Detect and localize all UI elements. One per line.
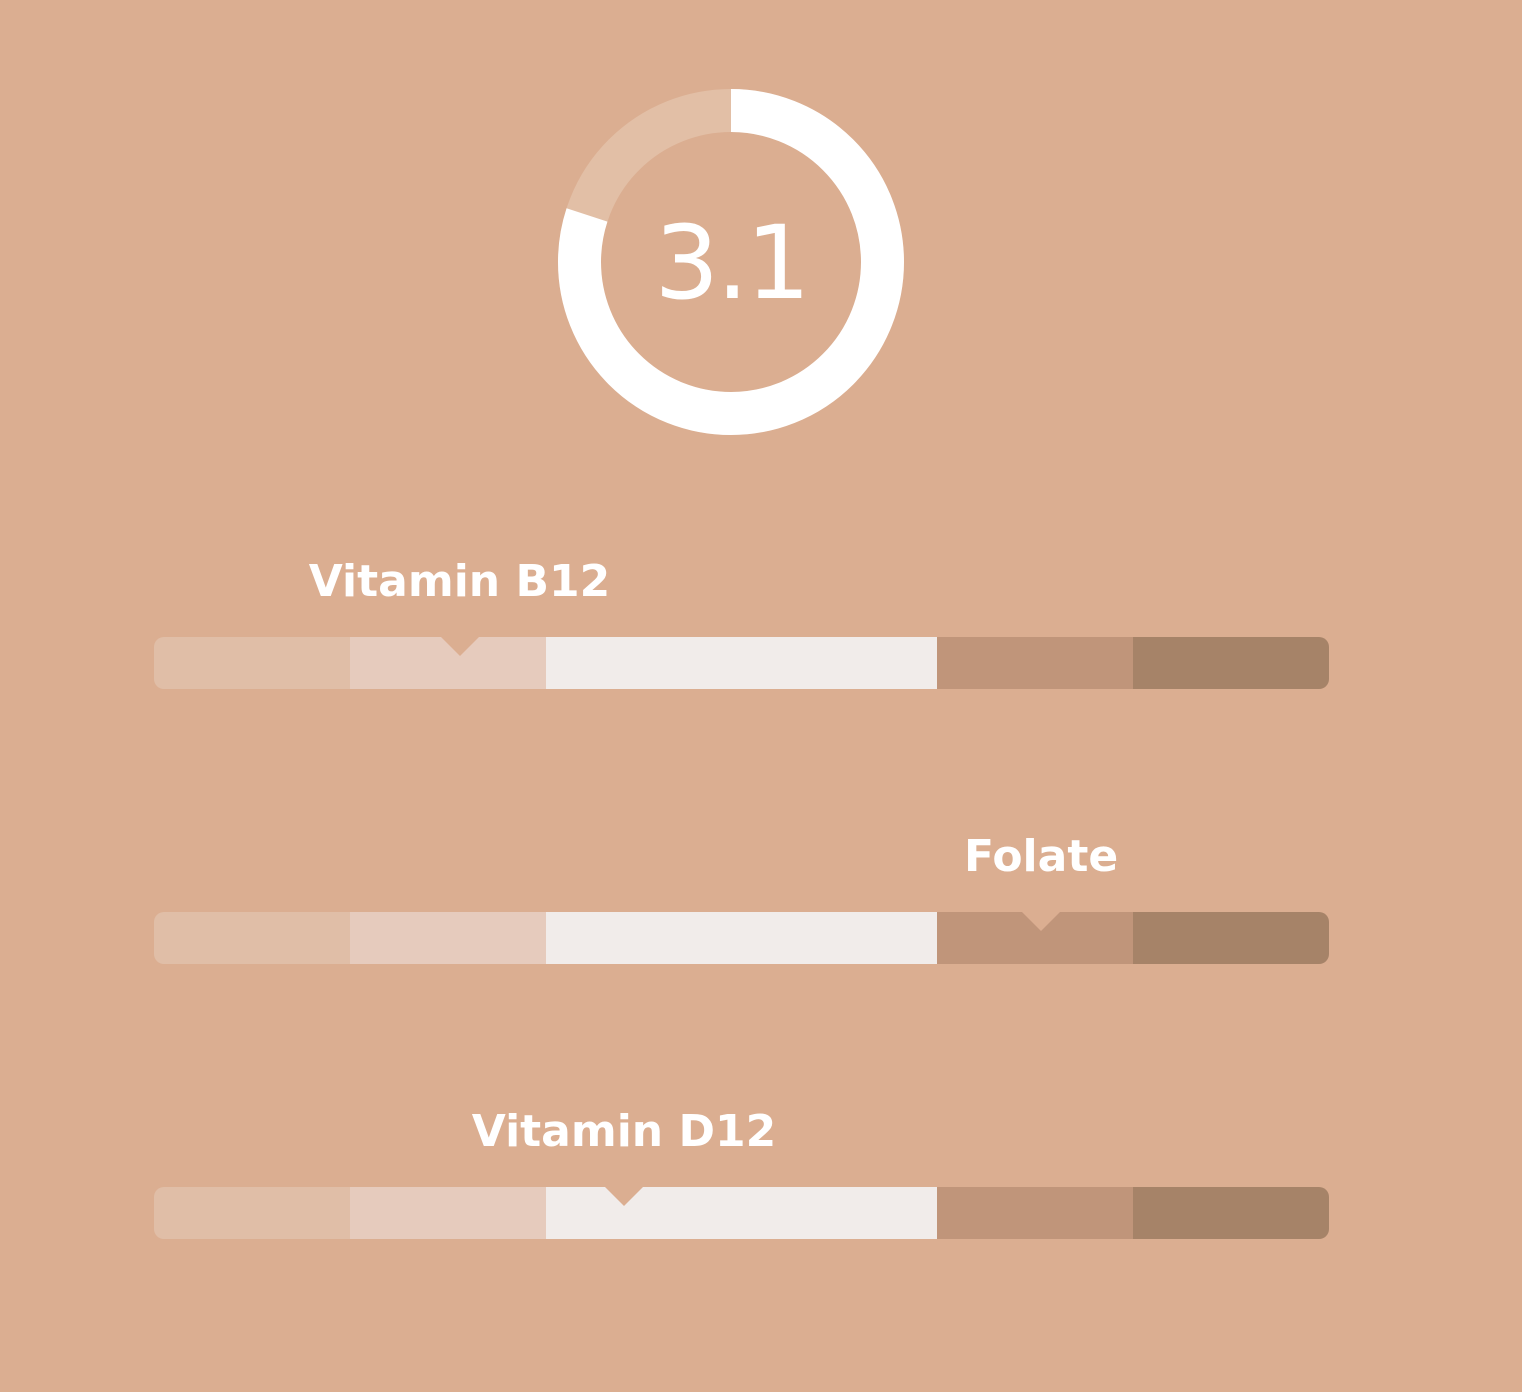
range-segment-2 xyxy=(349,1187,546,1239)
range-segment-1 xyxy=(154,1187,350,1239)
level-marker xyxy=(440,637,479,656)
level-marker xyxy=(605,1187,643,1206)
range-segment-4 xyxy=(937,1187,1134,1239)
range-segment-5 xyxy=(1133,912,1329,964)
range-segment-5 xyxy=(1133,637,1329,689)
range-segment-1 xyxy=(154,912,350,964)
nutrient-label: Vitamin B12 xyxy=(308,556,611,607)
range-segment-3 xyxy=(545,912,938,964)
nutrient-row-folate: Folate xyxy=(154,827,1329,967)
nutrient-label: Vitamin D12 xyxy=(471,1106,777,1157)
nutrient-label: Folate xyxy=(964,831,1119,882)
nutrient-row-vitamin-d12: Vitamin D12 xyxy=(154,1102,1329,1242)
range-segment-3 xyxy=(545,637,938,689)
score-value: 3.1 xyxy=(654,203,810,323)
range-segment-4 xyxy=(937,637,1134,689)
range-segment-1 xyxy=(154,637,350,689)
range-bar xyxy=(154,637,1329,689)
range-segment-5 xyxy=(1133,1187,1329,1239)
nutrient-row-vitamin-b12: Vitamin B12 xyxy=(154,552,1329,692)
level-marker xyxy=(1022,912,1061,931)
range-segment-2 xyxy=(349,912,546,964)
range-bar xyxy=(154,1187,1329,1239)
range-bar xyxy=(154,912,1329,964)
